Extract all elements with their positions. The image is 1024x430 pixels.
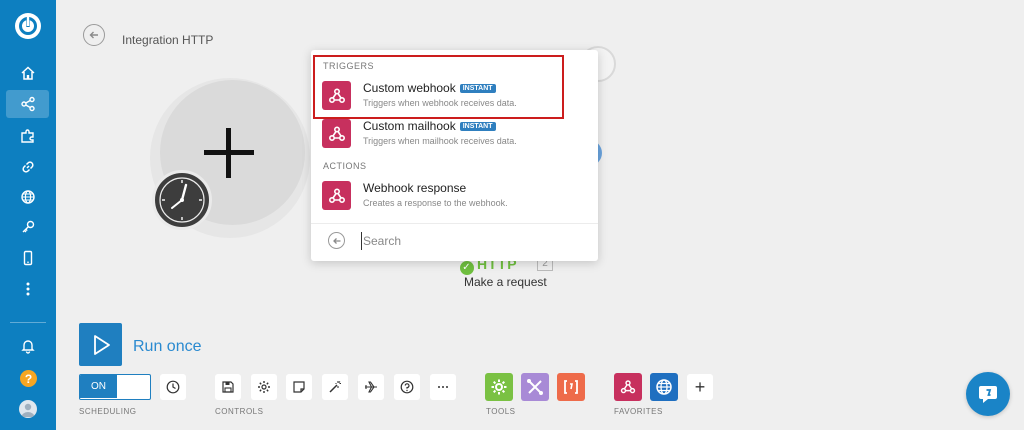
page-title: Integration HTTP: [122, 33, 214, 47]
note-icon: [293, 381, 305, 393]
highlight-annotation: [313, 55, 564, 119]
option-description: Creates a response to the webhook.: [363, 198, 508, 208]
key-icon: [22, 220, 34, 233]
settings-button[interactable]: [251, 374, 277, 400]
tools-gear-icon: [491, 379, 507, 395]
sidebar-item-devices[interactable]: [6, 244, 49, 272]
schedule-settings-button[interactable]: [160, 374, 186, 400]
sidebar-item-connections[interactable]: [6, 153, 49, 181]
http-module-caption: Make a request: [464, 275, 547, 289]
option-description: Triggers when mailhook receives data.: [363, 136, 517, 146]
share-icon: [20, 96, 35, 112]
bell-icon: [20, 340, 35, 354]
more-icon: [438, 386, 448, 388]
webhook-icon: [322, 119, 351, 148]
airplane-icon: [365, 381, 377, 393]
avatar-icon: [21, 403, 35, 417]
run-once-button[interactable]: [79, 323, 122, 366]
flow-control-button[interactable]: [521, 373, 549, 401]
sidebar-item-more[interactable]: [6, 275, 49, 303]
instant-badge: INSTANT: [459, 122, 496, 131]
text-parser-button[interactable]: [557, 373, 585, 401]
tools-label: TOOLS: [486, 407, 516, 416]
text-parser-icon: [564, 380, 578, 394]
make-logo-icon[interactable]: [14, 12, 42, 40]
globe-icon: [20, 190, 35, 204]
favorite-http-button[interactable]: [650, 373, 678, 401]
gear-icon: [258, 381, 270, 393]
favorite-webhooks-button[interactable]: [614, 373, 642, 401]
support-chat-button[interactable]: [966, 372, 1010, 416]
sidebar-item-webhooks[interactable]: [6, 183, 49, 211]
search-input[interactable]: [361, 232, 581, 250]
run-once-label[interactable]: Run once: [133, 338, 202, 356]
clock-icon[interactable]: [152, 170, 212, 230]
arrow-left-icon: [332, 237, 340, 244]
toggle-on-label: ON: [80, 375, 117, 398]
play-icon: [93, 334, 110, 355]
favorites-label: FAVORITES: [614, 407, 663, 416]
sidebar: ?: [0, 0, 56, 430]
webhook-icon: [322, 181, 351, 210]
http-globe-icon: [656, 379, 672, 395]
back-button[interactable]: [83, 24, 105, 46]
check-icon: ✓: [460, 261, 474, 275]
sidebar-item-notifications[interactable]: [6, 332, 49, 360]
option-title: Webhook response: [363, 181, 467, 195]
sidebar-item-apps[interactable]: [6, 122, 49, 150]
actions-section-label: ACTIONS: [323, 161, 367, 171]
mobile-icon: [23, 250, 32, 266]
search-divider: [311, 223, 598, 224]
add-favorite-button[interactable]: +: [687, 374, 713, 400]
search-back-button[interactable]: [328, 232, 345, 249]
chat-icon: [979, 386, 997, 403]
scheduling-toggle[interactable]: ON: [79, 374, 151, 400]
webhook-icon: [620, 380, 636, 394]
explain-flow-button[interactable]: [358, 374, 384, 400]
clock-icon: [166, 380, 180, 394]
save-button[interactable]: [215, 374, 241, 400]
help-button[interactable]: [394, 374, 420, 400]
magic-wand-icon: [329, 381, 341, 393]
tools-button[interactable]: [485, 373, 513, 401]
puzzle-icon: [20, 129, 34, 143]
option-title: Custom mailhook INSTANT: [363, 119, 496, 133]
help-icon: [400, 380, 414, 394]
flow-control-icon: [527, 379, 543, 395]
sidebar-item-home[interactable]: [6, 59, 49, 87]
save-icon: [222, 381, 234, 393]
link-icon: [21, 161, 34, 173]
more-controls-button[interactable]: [430, 374, 456, 400]
sidebar-divider: [10, 322, 46, 323]
auto-align-button[interactable]: [322, 374, 348, 400]
plus-icon: [204, 128, 254, 178]
option-webhook-response[interactable]: Webhook response Creates a response to t…: [311, 178, 598, 218]
more-icon: [26, 282, 29, 296]
controls-label: CONTROLS: [215, 407, 264, 416]
sidebar-item-scenarios[interactable]: [6, 90, 49, 118]
notes-button[interactable]: [286, 374, 312, 400]
scheduling-label: SCHEDULING: [79, 407, 137, 416]
home-icon: [20, 66, 35, 80]
arrow-left-icon: [89, 31, 98, 39]
option-custom-mailhook[interactable]: Custom mailhook INSTANT Triggers when mai…: [311, 116, 598, 156]
help-icon[interactable]: ?: [20, 370, 37, 387]
sidebar-item-keys[interactable]: [6, 213, 49, 241]
avatar[interactable]: [19, 400, 37, 418]
